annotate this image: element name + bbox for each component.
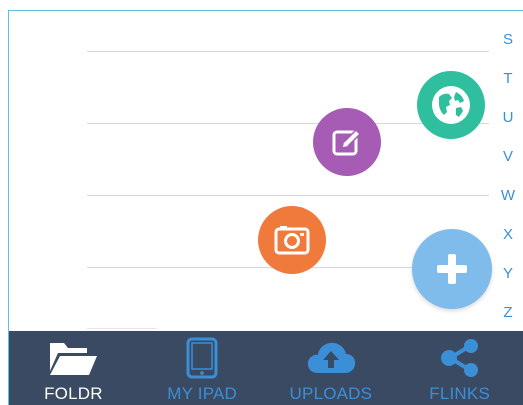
plus-icon <box>437 254 467 284</box>
tab-my-ipad[interactable]: MY IPAD <box>138 331 267 405</box>
edit-icon <box>332 128 362 156</box>
tab-label: FLINKS <box>429 384 490 403</box>
index-letter-w[interactable]: W <box>497 183 519 222</box>
tab-flinks[interactable]: FLINKS <box>395 331 523 405</box>
tab-label: UPLOADS <box>289 384 373 403</box>
globe-icon <box>432 86 470 124</box>
share-icon <box>438 338 482 378</box>
index-letter-u[interactable]: U <box>497 105 519 144</box>
add-button[interactable] <box>412 229 492 309</box>
tablet-icon <box>186 337 218 379</box>
folder-open-icon <box>47 338 99 378</box>
index-letter-y[interactable]: Y <box>497 261 519 300</box>
cloud-upload-icon <box>304 338 358 378</box>
list-divider <box>87 328 157 329</box>
add-note-button[interactable] <box>313 108 381 176</box>
tab-label: FOLDR <box>44 384 103 403</box>
index-letter-x[interactable]: X <box>497 222 519 261</box>
tab-foldr[interactable]: FOLDR <box>9 331 138 405</box>
list-divider <box>87 195 489 196</box>
app-frame: S T U V W X Y Z FOLDR MY IPAD UPLOADS FL… <box>8 10 523 405</box>
add-web-link-button[interactable] <box>417 71 485 139</box>
tab-label: MY IPAD <box>167 384 237 403</box>
add-photo-button[interactable] <box>258 206 326 274</box>
tab-bar: FOLDR MY IPAD UPLOADS FLINKS <box>9 331 523 405</box>
index-letter-t[interactable]: T <box>497 66 519 105</box>
index-letter-s[interactable]: S <box>497 27 519 66</box>
alphabet-index[interactable]: S T U V W X Y Z <box>497 27 519 339</box>
index-letter-v[interactable]: V <box>497 144 519 183</box>
tab-uploads[interactable]: UPLOADS <box>267 331 396 405</box>
camera-icon <box>274 226 310 255</box>
list-divider <box>87 51 489 52</box>
